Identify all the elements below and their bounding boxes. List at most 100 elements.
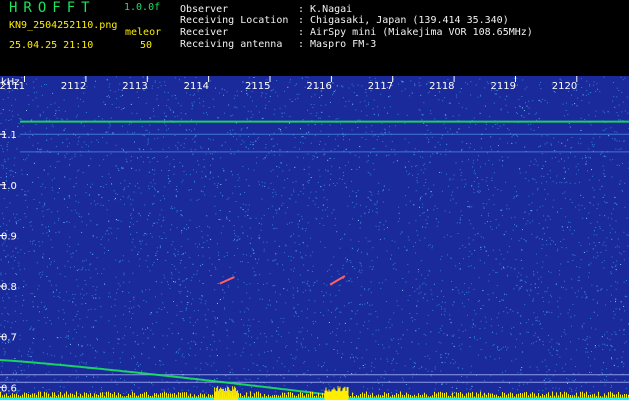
noise-dot [421, 367, 423, 368]
noise-dot [80, 354, 82, 356]
noise-dot [592, 204, 594, 206]
noise-dot [312, 158, 314, 160]
noise-dot [597, 314, 598, 316]
noise-dot [275, 209, 277, 211]
noise-dot [396, 362, 398, 364]
noise-dot [104, 103, 106, 105]
noise-dot [258, 137, 260, 138]
noise-dot [200, 146, 201, 148]
noise-dot [253, 275, 255, 277]
noise-dot [168, 147, 170, 149]
noise-dot [365, 89, 367, 91]
noise-dot [10, 256, 12, 258]
noise-dot [456, 187, 458, 189]
noise-dot [14, 370, 16, 372]
noise-dot [482, 393, 484, 395]
noise-dot [321, 291, 323, 292]
noise-dot [574, 182, 576, 184]
noise-dot [22, 77, 24, 79]
noise-dot [470, 143, 471, 145]
noise-dot [54, 115, 56, 117]
noise-dot [245, 342, 247, 344]
noise-dot [46, 353, 48, 355]
noise-dot [228, 365, 230, 367]
noise-dot [258, 258, 260, 260]
noise-dot [201, 296, 203, 297]
noise-dot [32, 229, 34, 231]
noise-dot [247, 235, 249, 237]
noise-dot [105, 131, 107, 133]
noise-dot [337, 270, 339, 272]
noise-dot [214, 316, 216, 318]
noise-dot [116, 194, 118, 195]
noise-dot [249, 227, 251, 229]
noise-dot [242, 81, 244, 83]
noise-dot [109, 89, 111, 91]
baseline-spike [508, 393, 509, 398]
noise-dot [222, 387, 224, 389]
noise-dot [516, 195, 517, 197]
baseline-spike [610, 391, 611, 398]
noise-dot [28, 365, 29, 367]
noise-dot [279, 149, 281, 151]
noise-dot [607, 337, 608, 339]
noise-dot [202, 105, 204, 107]
noise-dot [574, 156, 576, 158]
noise-dot [600, 251, 602, 253]
noise-dot [175, 359, 177, 361]
noise-dot [297, 315, 299, 317]
noise-dot [231, 319, 233, 321]
noise-dot [79, 216, 80, 217]
noise-dot [151, 236, 153, 238]
noise-dot [551, 338, 553, 340]
noise-dot [567, 261, 569, 263]
noise-dot [130, 233, 131, 235]
baseline-spike [108, 391, 109, 398]
noise-dot [319, 96, 321, 98]
noise-dot [68, 300, 70, 302]
noise-dot [537, 189, 538, 191]
noise-dot [293, 189, 295, 191]
noise-dot [525, 241, 527, 243]
noise-dot [320, 104, 322, 106]
noise-dot [519, 333, 521, 335]
noise-dot [18, 262, 20, 264]
baseline-spike [420, 395, 421, 398]
noise-dot [459, 222, 461, 224]
noise-dot [72, 301, 74, 303]
baseline-spike [110, 393, 111, 398]
noise-dot [312, 155, 314, 157]
noise-dot [171, 273, 173, 275]
baseline-spike [44, 391, 45, 398]
noise-dot [242, 351, 244, 353]
noise-dot [313, 323, 314, 325]
noise-dot [130, 203, 132, 205]
noise-dot [75, 194, 76, 196]
noise-dot [457, 367, 459, 369]
noise-dot [620, 180, 622, 182]
noise-dot [291, 235, 292, 237]
noise-dot [100, 186, 102, 188]
noise-dot [604, 384, 606, 386]
noise-dot [563, 331, 565, 333]
noise-dot [422, 297, 424, 299]
noise-dot [335, 316, 337, 318]
noise-dot [378, 344, 380, 345]
noise-dot [588, 114, 590, 116]
baseline-spike [180, 392, 181, 398]
noise-dot [234, 233, 235, 235]
noise-dot [611, 213, 613, 215]
noise-dot [176, 227, 178, 229]
noise-dot [133, 296, 135, 298]
baseline-spike [512, 393, 513, 398]
noise-dot [543, 233, 545, 235]
noise-dot [501, 372, 503, 374]
noise-dot [209, 257, 211, 259]
noise-dot [440, 270, 442, 272]
noise-dot [419, 287, 421, 289]
baseline-spike [208, 394, 209, 398]
noise-dot [515, 142, 517, 144]
noise-dot [505, 104, 507, 106]
noise-dot [245, 179, 247, 181]
noise-dot [66, 221, 68, 223]
